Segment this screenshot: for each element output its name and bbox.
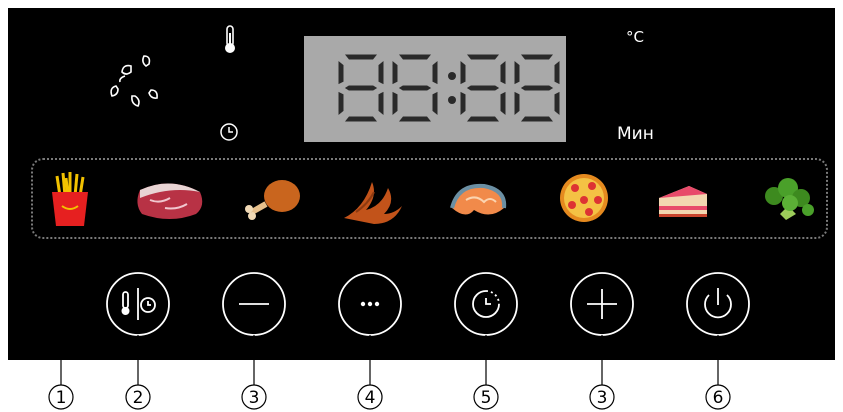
power-button[interactable]: [686, 272, 750, 336]
callout-marker: 3: [241, 384, 267, 410]
callout-marker: 1: [48, 384, 74, 410]
callout-marker: 3: [589, 384, 615, 410]
callout-number: 3: [249, 388, 260, 408]
callout-marker: 2: [125, 384, 151, 410]
callout-number: 2: [133, 388, 144, 408]
temp-time-toggle-icon: [121, 288, 156, 320]
callout-marker: 4: [357, 384, 383, 410]
delay-timer-button[interactable]: [454, 272, 518, 336]
buttons-layer: 1 2 3 4 5 3 6: [48, 239, 750, 410]
callout-number: 1: [56, 388, 67, 408]
delay-timer-icon: [472, 290, 500, 318]
more-button[interactable]: [338, 272, 402, 336]
temp-time-toggle-button[interactable]: [106, 272, 170, 336]
callout-number: 5: [481, 388, 492, 408]
callout-number: 4: [365, 388, 376, 408]
callout-number: 3: [597, 388, 608, 408]
callout-number: 6: [713, 388, 724, 408]
power-icon: [704, 288, 732, 319]
callout-marker: 6: [705, 384, 731, 410]
plus-button[interactable]: [570, 272, 634, 336]
callout-marker: 5: [473, 384, 499, 410]
plus-icon: [587, 289, 617, 319]
more-icon: [360, 301, 380, 307]
minus-button[interactable]: [222, 272, 286, 336]
